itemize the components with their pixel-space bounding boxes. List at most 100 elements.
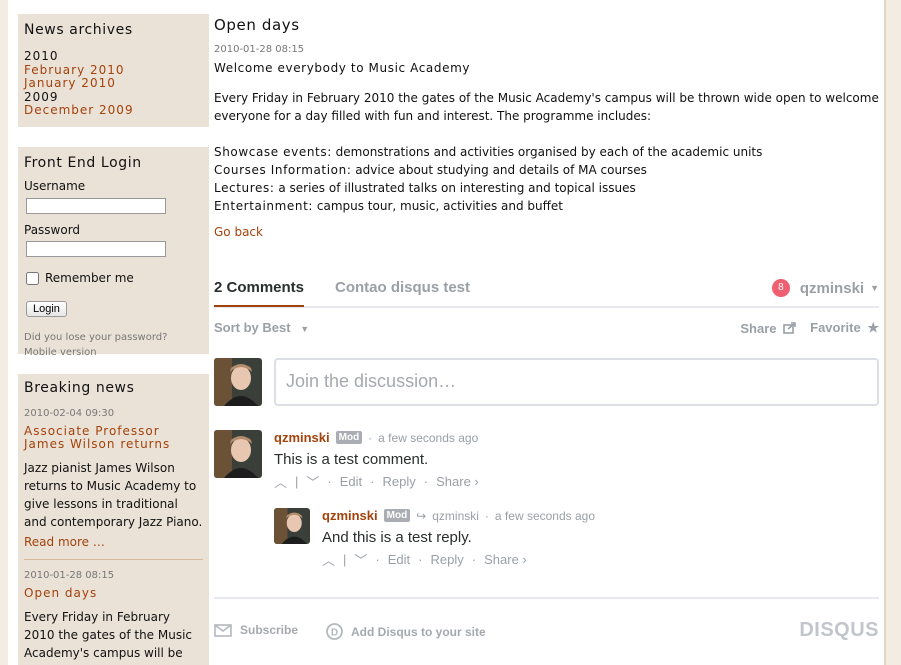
- news-archives-box: News archives 2010 February 2010 January…: [18, 14, 209, 127]
- page-frame-left: [0, 0, 8, 665]
- news-teaser: Jazz pianist James Wilson returns to Mus…: [24, 461, 203, 529]
- password-field[interactable]: [26, 241, 166, 257]
- sort-dropdown[interactable]: Sort by Best ▼: [214, 320, 309, 335]
- avatar-image: [214, 430, 262, 478]
- disqus-footer: Subscribe D Add Disqus to your site DISQ…: [214, 597, 879, 642]
- username-label: Username: [24, 179, 86, 193]
- comment-header: qzminski Mod ↪ qzminski · a few seconds …: [322, 508, 882, 523]
- disqus-thread: 2 Comments Contao disqus test 8 qzminski…: [214, 271, 879, 641]
- upvote-icon[interactable]: ︿: [274, 472, 287, 491]
- notification-badge[interactable]: 8: [771, 279, 790, 297]
- username-field[interactable]: [26, 197, 166, 214]
- add-disqus-link[interactable]: D Add Disqus to your site: [326, 623, 486, 640]
- comment-reply: qzminski Mod ↪ qzminski · a few seconds …: [274, 508, 879, 568]
- breaking-news-box: Breaking news 2010-02-04 09:30 Associate…: [18, 374, 209, 665]
- avatar-image: [274, 508, 310, 544]
- mod-badge: Mod: [383, 509, 411, 522]
- chevron-down-icon: ▼: [300, 324, 310, 334]
- remember-me-checkbox[interactable]: [26, 271, 39, 285]
- sort-label: Sort by Best: [214, 320, 291, 335]
- programme-item: Lectures: a series of illustrated talks …: [214, 181, 636, 195]
- mobile-version-link[interactable]: Mobile version: [24, 346, 203, 359]
- news-teaser: Every Friday in February 2010 the gates …: [24, 610, 193, 665]
- separator-dot: ·: [423, 474, 429, 489]
- comment-time[interactable]: a few seconds ago: [495, 509, 595, 523]
- share-icon: [783, 321, 796, 334]
- article-paragraph: Every Friday in February 2010 the gates …: [214, 91, 879, 123]
- news-title-link[interactable]: Associate Professor James Wilson returns: [24, 425, 203, 451]
- chevron-down-icon: ▼: [870, 283, 879, 293]
- comment-author[interactable]: qzminski: [274, 430, 330, 445]
- news-archives-title: News archives: [24, 22, 133, 38]
- page: News archives 2010 February 2010 January…: [0, 0, 901, 665]
- comment-text: And this is a test reply.: [322, 529, 472, 546]
- username[interactable]: qzminski: [800, 280, 864, 297]
- reply-link[interactable]: Reply: [383, 474, 416, 489]
- tab-comments[interactable]: 2 Comments: [214, 279, 305, 307]
- upvote-icon[interactable]: ︿: [322, 550, 335, 569]
- tab-community[interactable]: Contao disqus test: [335, 279, 470, 296]
- user-menu[interactable]: 8 qzminski ▼: [771, 279, 879, 297]
- separator-dot: ·: [471, 552, 477, 567]
- comment: qzminski Mod · a few seconds ago This is…: [214, 430, 879, 490]
- downvote-icon[interactable]: ﹀: [306, 472, 319, 491]
- news-date: 2010-01-28 08:15: [24, 570, 115, 581]
- password-label: Password: [24, 222, 81, 237]
- share-thread-button[interactable]: Share: [740, 321, 796, 336]
- new-comment-row: Join the discussion…: [214, 358, 879, 406]
- add-disqus-label: Add Disqus to your site: [351, 624, 486, 639]
- archive-link-february-2010[interactable]: February 2010: [24, 63, 203, 78]
- separator-dot: ·: [375, 552, 380, 567]
- programme-item: Showcase events: demonstrations and acti…: [214, 145, 763, 159]
- edit-link[interactable]: Edit: [340, 474, 362, 489]
- star-icon: ★: [867, 320, 879, 335]
- news-separator: [24, 559, 203, 560]
- comment-body: qzminski Mod · a few seconds ago This is…: [274, 430, 874, 491]
- user-avatar[interactable]: [214, 358, 262, 406]
- article-title: Open days: [214, 16, 300, 34]
- read-more-link[interactable]: Read more …: [24, 535, 203, 549]
- reply-link[interactable]: Reply: [431, 552, 464, 567]
- archive-link-january-2010[interactable]: January 2010: [24, 76, 203, 91]
- disqus-d-icon: D: [326, 623, 343, 640]
- comment-author[interactable]: qzminski: [322, 508, 378, 523]
- lost-password-link[interactable]: Did you lose your password?: [24, 331, 203, 344]
- comment-header: qzminski Mod · a few seconds ago: [274, 430, 874, 445]
- remember-me-label: Remember me: [45, 271, 134, 285]
- breaking-news-title: Breaking news: [24, 380, 135, 396]
- separator-dot: ·: [370, 474, 375, 489]
- go-back-link[interactable]: Go back: [214, 225, 880, 239]
- subscribe-link[interactable]: Subscribe: [214, 623, 298, 637]
- avatar-image: [214, 358, 262, 406]
- archive-link-december-2009[interactable]: December 2009: [24, 103, 203, 118]
- edit-link[interactable]: Edit: [388, 552, 410, 567]
- news-title-link[interactable]: Open days: [24, 587, 203, 600]
- remember-me-row: Remember me: [24, 271, 203, 285]
- login-title: Front End Login: [24, 155, 142, 171]
- comment-text: This is a test comment.: [274, 451, 429, 468]
- comment-actions: ︿ | ﹀ · Edit · Reply · Share ›: [274, 472, 874, 491]
- programme-item: Courses Information: advice about studyi…: [214, 163, 647, 177]
- comment-input[interactable]: Join the discussion…: [274, 358, 879, 406]
- comment-avatar[interactable]: [274, 508, 310, 544]
- programme-list: Showcase events: demonstrations and acti…: [214, 143, 880, 215]
- programme-item: Entertainment: campus tour, music, activ…: [214, 199, 563, 213]
- separator-dot: ·: [484, 508, 489, 523]
- article: Open days 2010-01-28 08:15 Welcome every…: [214, 16, 880, 265]
- share-label: Share: [740, 320, 777, 336]
- reply-arrow-icon: ↪: [416, 508, 427, 523]
- disqus-logo[interactable]: DISQUS: [799, 619, 879, 642]
- archive-year: 2010: [24, 49, 59, 63]
- mod-badge: Mod: [335, 431, 363, 444]
- separator-dot: ·: [418, 552, 423, 567]
- downvote-icon[interactable]: ﹀: [354, 550, 367, 569]
- comment-time[interactable]: a few seconds ago: [378, 431, 478, 445]
- share-link[interactable]: Share ›: [484, 552, 527, 567]
- envelope-icon: [214, 623, 232, 637]
- login-button[interactable]: Login: [26, 301, 67, 317]
- reply-to-user[interactable]: qzminski: [432, 509, 479, 523]
- svg-text:D: D: [331, 628, 338, 639]
- favorite-button[interactable]: Favorite ★: [810, 320, 879, 336]
- share-link[interactable]: Share ›: [436, 474, 479, 489]
- comment-avatar[interactable]: [214, 430, 262, 478]
